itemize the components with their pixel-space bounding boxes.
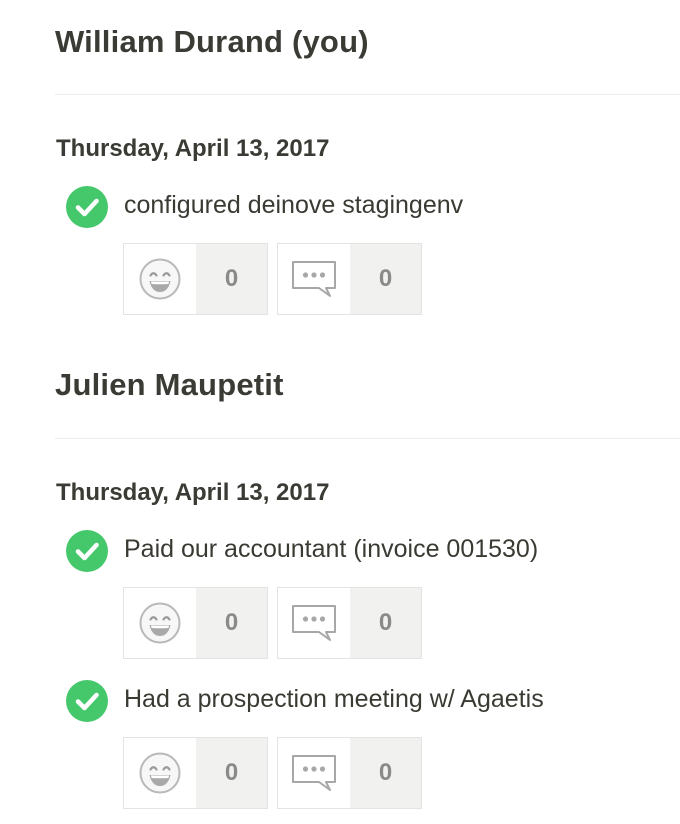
check-circle-icon xyxy=(66,680,108,722)
comment-count: 0 xyxy=(350,244,421,314)
task-text: Had a prospection meeting w/ Agaetis xyxy=(124,685,544,713)
reaction-icon-cell xyxy=(124,588,196,658)
comment-button[interactable]: 0 xyxy=(277,243,422,315)
laughing-face-icon xyxy=(139,602,181,644)
user-name: William Durand (you) xyxy=(55,24,369,59)
comment-count: 0 xyxy=(350,738,421,808)
date-heading: Thursday, April 13, 2017 xyxy=(56,135,330,162)
comment-icon-cell xyxy=(278,588,350,658)
reaction-button[interactable]: 0 xyxy=(123,243,268,315)
laughing-face-icon xyxy=(139,752,181,794)
task-text: Paid our accountant (invoice 001530) xyxy=(124,535,539,563)
laughing-face-icon xyxy=(139,258,181,300)
reaction-count: 0 xyxy=(196,588,267,658)
reaction-count: 0 xyxy=(196,738,267,808)
comment-button[interactable]: 0 xyxy=(277,737,422,809)
reaction-count: 0 xyxy=(196,244,267,314)
comment-icon-cell xyxy=(278,244,350,314)
speech-bubble-icon xyxy=(292,605,336,641)
check-circle-icon xyxy=(66,530,108,572)
comment-button[interactable]: 0 xyxy=(277,587,422,659)
comment-count: 0 xyxy=(350,588,421,658)
comment-icon-cell xyxy=(278,738,350,808)
reaction-icon-cell xyxy=(124,738,196,808)
user-name: Julien Maupetit xyxy=(55,367,284,402)
reaction-icon-cell xyxy=(124,244,196,314)
reaction-button[interactable]: 0 xyxy=(123,737,268,809)
reaction-button[interactable]: 0 xyxy=(123,587,268,659)
speech-bubble-icon xyxy=(292,261,336,297)
section-divider xyxy=(55,94,680,95)
check-circle-icon xyxy=(66,186,108,228)
date-heading: Thursday, April 13, 2017 xyxy=(56,479,330,506)
task-text: configured deinove stagingenv xyxy=(124,191,464,219)
speech-bubble-icon xyxy=(292,755,336,791)
section-divider xyxy=(55,438,680,439)
